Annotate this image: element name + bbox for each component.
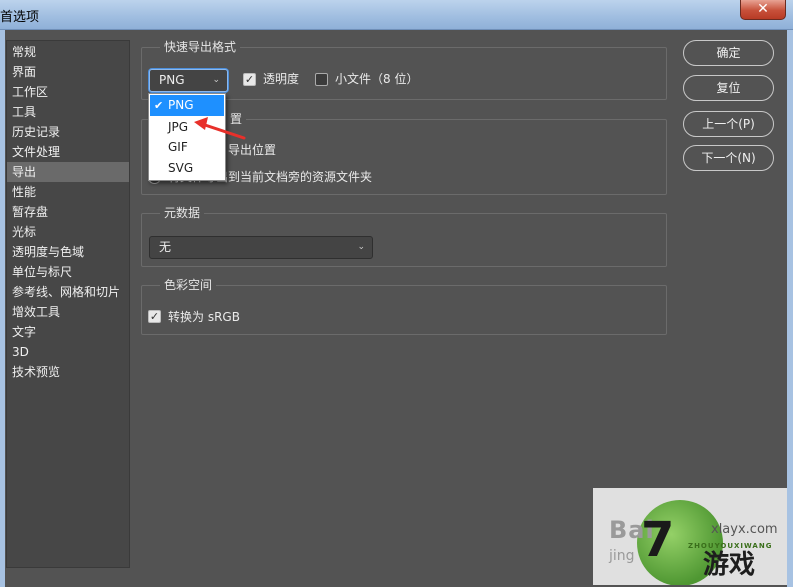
quick-export-group-label: 快速导出格式 — [160, 40, 241, 54]
transparency-label: 透明度 — [263, 72, 300, 86]
sidebar-item-type[interactable]: 文字 — [7, 322, 129, 342]
sidebar-item-performance[interactable]: 性能 — [7, 182, 129, 202]
sidebar-item-file-handling[interactable]: 文件处理 — [7, 142, 129, 162]
title-bar: 首选项 ✕ — [0, 0, 793, 30]
dropdown-option-label: GIF — [168, 140, 188, 154]
export-location-option1-label: 导出位置 — [228, 143, 277, 157]
metadata-value: 无 — [159, 240, 172, 254]
sidebar-item-scratch-disks[interactable]: 暂存盘 — [7, 202, 129, 222]
dropdown-option-svg[interactable]: SVG — [150, 158, 224, 179]
watermark-big-seven: 7 — [641, 512, 675, 568]
small-file-label: 小文件（8 位） — [335, 72, 419, 86]
convert-srgb-label: 转换为 sRGB — [168, 310, 240, 324]
sidebar-item-tech-preview[interactable]: 技术预览 — [7, 362, 129, 382]
reset-button[interactable]: 复位 — [683, 75, 774, 101]
watermark-domain: xlayx.com — [711, 522, 778, 537]
window-frame-left — [0, 30, 5, 587]
sidebar: 常规 界面 工作区 工具 历史记录 文件处理 导出 性能 暂存盘 光标 透明度与… — [6, 40, 130, 568]
color-space-group-label: 色彩空间 — [160, 278, 217, 292]
metadata-group-label: 元数据 — [160, 206, 205, 220]
sidebar-item-workspace[interactable]: 工作区 — [7, 82, 129, 102]
export-format-value: PNG — [159, 73, 185, 87]
sidebar-item-tools[interactable]: 工具 — [7, 102, 129, 122]
checkmark-icon: ✔ — [154, 99, 164, 112]
sidebar-item-units-rulers[interactable]: 单位与标尺 — [7, 262, 129, 282]
chevron-down-icon: ⌄ — [357, 242, 365, 252]
sidebar-item-guides-grid-slices[interactable]: 参考线、网格和切片 — [7, 282, 129, 302]
close-button[interactable]: ✕ — [740, 0, 786, 20]
watermark: Bai jing 7 xlayx.com ZHOUYOUXIWANG 游戏 — [593, 488, 787, 585]
close-icon: ✕ — [757, 1, 769, 17]
watermark-main-text: 游戏 — [703, 550, 756, 580]
window-title: 首选项 — [0, 10, 40, 25]
ok-button[interactable]: 确定 — [683, 40, 774, 66]
dropdown-option-label: SVG — [168, 161, 194, 175]
sidebar-item-history[interactable]: 历史记录 — [7, 122, 129, 142]
sidebar-item-general[interactable]: 常规 — [7, 42, 129, 62]
sidebar-item-transparency-gamut[interactable]: 透明度与色域 — [7, 242, 129, 262]
sidebar-item-3d[interactable]: 3D — [7, 342, 129, 362]
export-format-select[interactable]: PNG ⌄ — [149, 69, 228, 92]
dropdown-option-label: JPG — [168, 120, 189, 134]
annotation-arrow-icon — [194, 117, 246, 140]
window-frame-right — [787, 30, 793, 587]
next-button[interactable]: 下一个(N) — [683, 145, 774, 171]
previous-button[interactable]: 上一个(P) — [683, 111, 774, 137]
convert-srgb-checkbox[interactable]: ✓ — [148, 310, 161, 323]
sidebar-item-export[interactable]: 导出 — [7, 162, 129, 182]
sidebar-item-cursors[interactable]: 光标 — [7, 222, 129, 242]
transparency-checkbox[interactable]: ✓ — [243, 73, 256, 86]
metadata-select[interactable]: 无 ⌄ — [149, 236, 373, 259]
chevron-down-icon: ⌄ — [212, 75, 220, 85]
sidebar-item-plugins[interactable]: 增效工具 — [7, 302, 129, 322]
small-file-checkbox[interactable] — [315, 73, 328, 86]
watermark-jing: jing — [609, 548, 635, 564]
sidebar-item-interface[interactable]: 界面 — [7, 62, 129, 82]
